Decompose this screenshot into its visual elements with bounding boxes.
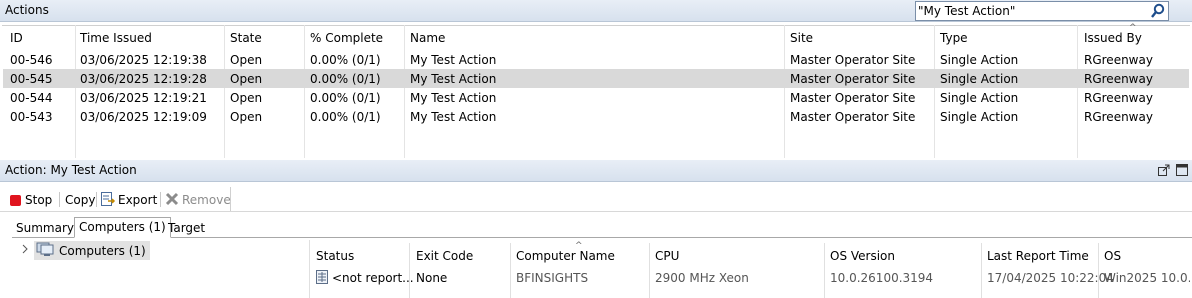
column-header-last-report-time[interactable]: Last Report Time (987, 249, 1089, 263)
cell-issued-by: RGreenway (1084, 91, 1153, 105)
export-icon (100, 191, 116, 210)
detail-pane-title: Action: My Test Action (5, 163, 137, 177)
cell-state: Open (230, 53, 263, 67)
stop-icon (10, 194, 21, 206)
cell-time-issued: 03/06/2025 12:19:28 (80, 72, 207, 86)
column-header-os-version[interactable]: OS Version (830, 249, 895, 263)
actions-pane-header: Actions (0, 0, 1192, 22)
cell-status: <not report... (332, 271, 414, 285)
column-header-name[interactable]: Name (410, 31, 445, 45)
tab-target[interactable]: Target (164, 219, 209, 238)
chevron-right-icon[interactable] (21, 243, 29, 258)
remove-button[interactable]: Remove (165, 191, 231, 209)
remove-label: Remove (182, 193, 231, 207)
search-input[interactable] (918, 3, 1146, 19)
stop-button[interactable]: Stop (10, 191, 52, 209)
cell-name: My Test Action (410, 110, 497, 124)
cell-type: Single Action (940, 53, 1019, 67)
cell-site: Master Operator Site (790, 53, 916, 67)
cell-percent-complete: 0.00% (0/1) (310, 91, 381, 105)
cell-id: 00-546 (10, 53, 53, 67)
cell-state: Open (230, 91, 263, 105)
stop-label: Stop (25, 193, 53, 207)
cell-state: Open (230, 110, 263, 124)
actions-pane-title: Actions (5, 3, 49, 17)
sort-caret-icon: ^ (575, 241, 583, 251)
cell-time-issued: 03/06/2025 12:19:09 (80, 110, 207, 124)
copy-label: Copy (65, 193, 96, 207)
cell-site: Master Operator Site (790, 110, 916, 124)
cell-id: 00-545 (10, 72, 53, 86)
tree-node-computers[interactable]: Computers (1) (36, 241, 146, 260)
cell-id: 00-543 (10, 110, 53, 124)
column-header-time-issued[interactable]: Time Issued (80, 31, 152, 45)
column-header-state[interactable]: State (230, 31, 262, 45)
cell-os: Win2025 10.0.2 (1104, 271, 1190, 285)
search-box[interactable] (915, 1, 1169, 21)
remove-icon (165, 192, 179, 209)
cell-type: Single Action (940, 110, 1019, 124)
column-header-computer-name[interactable]: Computer Name (516, 249, 615, 263)
export-label: Export (118, 193, 158, 207)
cell-name: My Test Action (410, 91, 497, 105)
cell-site: Master Operator Site (790, 91, 916, 105)
column-header-cpu[interactable]: CPU (655, 249, 679, 263)
cell-percent-complete: 0.00% (0/1) (310, 53, 381, 67)
export-button[interactable]: Export (100, 191, 157, 209)
cell-time-issued: 03/06/2025 12:19:38 (80, 53, 207, 67)
cell-os-version: 10.0.26100.3194 (830, 271, 934, 285)
cell-name: My Test Action (410, 53, 497, 67)
cell-issued-by: RGreenway (1084, 53, 1153, 67)
search-icon[interactable] (1150, 3, 1166, 19)
cell-last-report-time: 17/04/2025 10:22:04 (987, 271, 1114, 285)
tree-node-label: Computers (1) (59, 243, 146, 258)
cell-issued-by: RGreenway (1084, 72, 1153, 86)
cell-issued-by: RGreenway (1084, 110, 1153, 124)
cell-cpu: 2900 MHz Xeon (655, 271, 749, 285)
column-header-issued-by[interactable]: Issued By (1084, 31, 1142, 45)
cell-computer-name: BFINSIGHTS (516, 271, 589, 285)
cell-name: My Test Action (410, 72, 497, 86)
action-toolbar: Stop Copy Export Remove (3, 187, 231, 211)
column-header-status[interactable]: Status (316, 249, 354, 263)
detail-pane-header: Action: My Test Action (0, 160, 1192, 182)
column-header-os[interactable]: OS (1104, 249, 1121, 263)
cell-state: Open (230, 72, 263, 86)
column-header-id[interactable]: ID (10, 31, 23, 45)
tab-summary[interactable]: Summary (12, 219, 78, 238)
cell-type: Single Action (940, 91, 1019, 105)
column-header-exit-code[interactable]: Exit Code (416, 249, 473, 263)
column-header-percent-complete[interactable]: % Complete (310, 31, 383, 45)
computers-tree: Computers (1) (12, 240, 310, 298)
cell-exit-code: None (416, 271, 448, 285)
computers-icon (36, 241, 54, 260)
sort-caret-icon: ^ (1129, 23, 1137, 33)
cell-type: Single Action (940, 72, 1019, 86)
status-icon (315, 269, 329, 288)
maximize-icon[interactable] (1158, 164, 1170, 176)
cell-site: Master Operator Site (790, 72, 916, 86)
minimize-icon[interactable] (1176, 164, 1188, 176)
cell-percent-complete: 0.00% (0/1) (310, 110, 381, 124)
cell-percent-complete: 0.00% (0/1) (310, 72, 381, 86)
tab-computers[interactable]: Computers (1) (74, 217, 171, 238)
column-header-type[interactable]: Type (940, 31, 968, 45)
cell-time-issued: 03/06/2025 12:19:21 (80, 91, 207, 105)
copy-button[interactable]: Copy (65, 191, 95, 209)
column-header-site[interactable]: Site (790, 31, 813, 45)
cell-id: 00-544 (10, 91, 53, 105)
